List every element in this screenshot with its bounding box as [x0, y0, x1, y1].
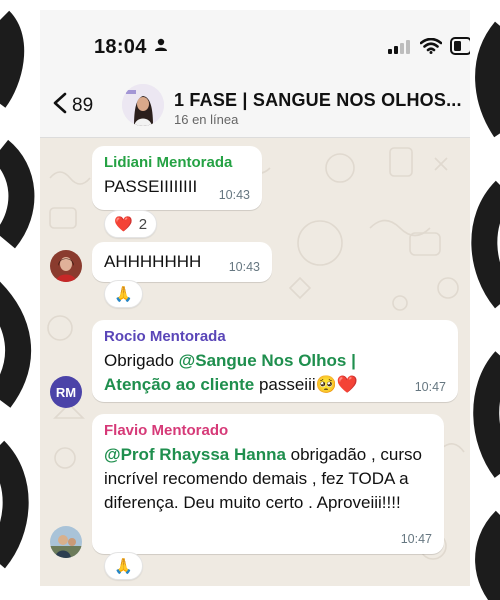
- reaction-badge[interactable]: 🙏: [104, 280, 143, 308]
- group-title[interactable]: 1 FASE | SANGUE NOS OLHOS...: [174, 90, 464, 111]
- signal-icon: [388, 40, 412, 59]
- chat-area[interactable]: Lidiani Mentorada PASSEIIIIIIII 10:43 ❤️…: [40, 138, 470, 586]
- sender-name: Rocio Mentorada: [104, 328, 226, 345]
- sender-name: Lidiani Mentorada: [104, 154, 233, 171]
- message-suffix: passeiii🥺❤️: [254, 375, 358, 394]
- phone-screen: 18:04 89 1 FASE | SANGUE NOS OLHOS... 16…: [40, 10, 470, 586]
- avatar[interactable]: RM: [50, 376, 82, 408]
- unread-count: 89: [72, 94, 94, 116]
- message-bubble[interactable]: Flavio Mentorado @Prof Rhayssa Hanna obr…: [92, 414, 444, 554]
- message-prefix: Obrigado: [104, 351, 179, 370]
- back-button[interactable]: 89: [52, 92, 93, 119]
- heart-emoji: ❤️: [114, 216, 133, 233]
- reaction-badge[interactable]: ❤️ 2: [104, 210, 158, 238]
- pray-emoji: 🙏: [114, 558, 133, 575]
- pray-emoji: 🙏: [114, 286, 133, 303]
- message-time: 10:47: [400, 532, 432, 546]
- avatar[interactable]: [50, 250, 82, 282]
- avatar[interactable]: [50, 526, 82, 558]
- message-time: 10:47: [414, 380, 446, 394]
- battery-icon: [450, 37, 470, 60]
- message-bubble[interactable]: Rocio Mentorada Obrigado @Sangue Nos Olh…: [92, 320, 458, 402]
- group-avatar[interactable]: [122, 84, 164, 126]
- message-bubble[interactable]: AHHHHHHH 10:43: [92, 242, 272, 282]
- message-text: Obrigado @Sangue Nos Olhos | Atenção ao …: [104, 349, 404, 397]
- chat-header: 89 1 FASE | SANGUE NOS OLHOS... 16 en lí…: [40, 76, 470, 138]
- online-count: 16 en línea: [174, 112, 239, 127]
- wifi-icon: [419, 37, 443, 59]
- avatar-initials: RM: [55, 384, 77, 400]
- sender-name: Flavio Mentorado: [104, 422, 229, 439]
- status-bar: 18:04: [40, 10, 470, 76]
- message-time: 10:43: [228, 260, 260, 274]
- chevron-left-icon: [52, 92, 68, 119]
- message-text: @Prof Rhayssa Hanna obrigadão , curso in…: [104, 443, 422, 515]
- message-bubble[interactable]: Lidiani Mentorada PASSEIIIIIIII 10:43: [92, 146, 262, 210]
- status-time: 18:04: [94, 36, 147, 58]
- reaction-count: 2: [138, 215, 148, 233]
- person-icon: [154, 38, 168, 57]
- mention-link[interactable]: @Prof Rhayssa Hanna: [104, 445, 286, 464]
- reaction-badge[interactable]: 🙏: [104, 552, 143, 580]
- message-time: 10:43: [218, 188, 250, 202]
